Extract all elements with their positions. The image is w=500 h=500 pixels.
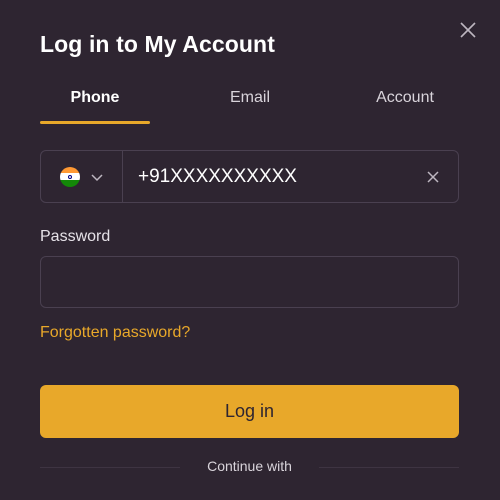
india-flag-icon [59,166,80,187]
clear-phone-button[interactable] [408,151,458,202]
tab-email[interactable]: Email [195,84,305,122]
password-label: Password [40,228,111,245]
continue-with-divider: Continue with [40,458,459,478]
page-title: Log in to My Account [40,31,275,57]
close-button[interactable] [458,20,478,40]
login-modal: Log in to My Account Phone Email Account… [0,0,500,500]
phone-field-group [40,150,459,203]
tab-account[interactable]: Account [350,84,460,122]
forgot-password-link[interactable]: Forgotten password? [40,324,190,342]
login-method-tabs: Phone Email Account [40,84,460,124]
continue-with-text: Continue with [207,458,292,474]
tab-phone[interactable]: Phone [40,84,150,122]
chevron-down-icon [90,173,103,181]
close-icon [460,22,476,38]
phone-input[interactable] [123,151,408,202]
password-input[interactable] [40,256,459,308]
close-icon [427,170,439,183]
country-code-select[interactable] [41,151,123,202]
login-button[interactable]: Log in [40,385,459,438]
active-tab-indicator [40,121,150,124]
